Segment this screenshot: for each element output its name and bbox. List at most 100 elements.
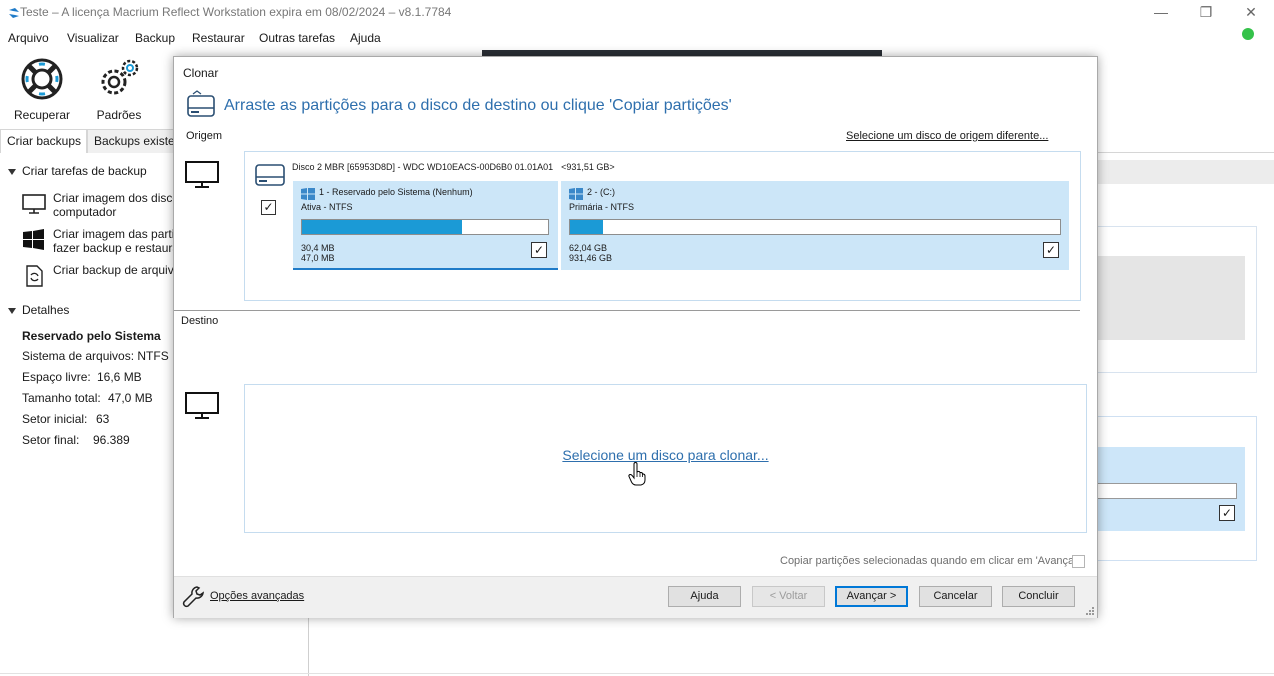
partition-total: 47,0 MB [301,253,335,263]
detail-free-value: 16,6 MB [97,370,142,384]
resize-grip-icon[interactable] [1085,606,1094,615]
tab-create-backups[interactable]: Criar backups [0,129,87,153]
menu-ajuda[interactable]: Ajuda [350,31,381,45]
detail-start-label: Setor inicial: [22,412,88,426]
partition-system-reserved[interactable]: 1 - Reservado pelo Sistema (Nenhum) Ativ… [293,181,558,270]
disk-header: Disco 2 MBR [65953D8D] - WDC WD10EACS-00… [292,162,615,172]
detail-end-label: Setor final: [22,433,80,447]
detail-partition-name: Reservado pelo Sistema [22,329,161,343]
task-file-backup[interactable]: Criar backup de arquiv [22,263,182,287]
next-button[interactable]: Avançar > [835,586,908,607]
task-file-backup-label: Criar backup de arquiv [53,263,174,277]
recover-label: Recuperar [13,108,71,122]
disk-checkbox[interactable]: ✓ [261,200,276,215]
title-bar: Teste – A licença Macrium Reflect Workst… [0,0,1274,26]
partition-name: 1 - Reservado pelo Sistema (Nenhum) [319,187,473,197]
monitor-icon [22,194,46,214]
macrium-logo-icon [9,8,19,18]
window-title: Teste – A licença Macrium Reflect Workst… [20,5,452,19]
close-button[interactable]: ✕ [1228,0,1274,26]
details-heading: Detalhes [22,303,70,317]
gears-icon [101,59,139,95]
task-image-disks[interactable]: Criar imagem dos disco computador [22,191,182,221]
windows-icon [301,188,315,200]
tasks-section-header[interactable]: Criar tarefas de backup [8,164,147,178]
partition-usage-fill [570,220,603,234]
maximize-button[interactable]: ❐ [1183,0,1229,26]
wrench-icon[interactable] [182,585,206,609]
dialog-footer: Opções avançadas Ajuda < Voltar Avançar … [174,576,1097,618]
hand-pointer-icon [628,462,646,486]
dialog-heading: Arraste as partições para o disco de des… [224,97,732,114]
detail-free-label: Espaço livre: [22,370,91,384]
cancel-button[interactable]: Cancelar [919,586,992,607]
partition-type: Primária - NTFS [569,202,634,212]
windows-icon [569,188,583,200]
partition-usage-fill [302,220,462,234]
menu-backup[interactable]: Backup [135,31,175,45]
bottom-border [0,673,1274,674]
recover-button[interactable]: Recuperar [6,54,78,126]
disk-name: Disco 2 MBR [65953D8D] - WDC WD10EACS-00… [292,162,554,172]
menu-outras-tarefas[interactable]: Outras tarefas [259,31,335,45]
background-header-strip [1097,160,1274,184]
menu-arquivo[interactable]: Arquivo [8,31,49,45]
tab-existing-backups[interactable]: Backups existe [87,129,187,153]
details-section-header[interactable]: Detalhes [8,303,69,317]
partition-usage-bar [301,219,549,235]
partition-type: Ativa - NTFS [301,202,353,212]
background-partition-checkbox[interactable]: ✓ [1219,505,1235,521]
partition-name: 2 - (C:) [587,187,615,197]
detail-total-size: Tamanho total: 47,0 MB [22,391,153,405]
advanced-options-link[interactable]: Opções avançadas [210,590,304,602]
partition-used: 30,4 MB [301,243,335,253]
partition-c-drive[interactable]: 2 - (C:) Primária - NTFS 62,04 GB 931,46… [561,181,1069,270]
source-computer-icon [185,161,219,188]
minimize-button[interactable]: — [1138,0,1184,26]
detail-total-label: Tamanho total: [22,391,101,405]
destination-computer-icon [185,392,219,419]
defaults-label: Padrões [96,108,142,122]
hard-disk-icon [255,164,285,186]
disk-clone-icon [187,90,215,117]
detail-free-space: Espaço livre: 16,6 MB [22,370,142,384]
partition-total: 931,46 GB [569,253,613,263]
destination-label: Destino [181,315,219,327]
partition-checkbox[interactable]: ✓ [531,242,547,258]
file-sync-icon [26,265,43,287]
status-indicator [1242,28,1254,40]
origin-label: Origem [186,130,223,142]
background-divider [308,612,309,676]
partition-checkbox[interactable]: ✓ [1043,242,1059,258]
source-disk-panel: ✓ Disco 2 MBR [65953D8D] - WDC WD10EACS-… [244,151,1081,301]
detail-start-value: 63 [96,412,110,426]
finish-button[interactable]: Concluir [1002,586,1075,607]
left-panel: Criar tarefas de backup Criar imagem dos… [0,153,179,676]
copy-partitions-checkbox[interactable] [1072,555,1085,568]
detail-filesystem: Sistema de arquivos: NTFS [22,349,169,363]
select-destination-disk-link[interactable]: Selecione um disco para clonar... [245,447,1086,463]
destination-disk-panel[interactable]: Selecione um disco para clonar... [244,384,1087,533]
help-button[interactable]: Ajuda [668,586,741,607]
lifebuoy-icon [21,58,63,100]
partition-usage-bar [569,219,1061,235]
detail-end-value: 96.389 [93,433,130,447]
clone-dialog: Clonar Arraste as partições para o disco… [173,56,1098,618]
task-image-disks-label: Criar imagem dos disco computador [53,191,180,219]
detail-start-sector: Setor inicial: 63 [22,412,109,426]
back-button: < Voltar [752,586,825,607]
tasks-heading: Criar tarefas de backup [22,164,147,178]
defaults-button[interactable]: Padrões [83,54,155,126]
copy-partitions-option-label: Copiar partições selecionadas quando em … [780,555,1080,567]
menu-restaurar[interactable]: Restaurar [192,31,245,45]
task-image-partitions-label: Criar imagem das parti fazer backup e re… [53,227,180,255]
menu-visualizar[interactable]: Visualizar [67,31,119,45]
menu-bar: Arquivo Visualizar Backup Restaurar Outr… [0,28,600,48]
select-source-disk-link[interactable]: Selecione um disco de origem diferente..… [846,130,1048,142]
task-image-partitions[interactable]: Criar imagem das parti fazer backup e re… [22,227,182,257]
detail-total-value: 47,0 MB [108,391,153,405]
background-usage-bar [1097,483,1237,499]
partition-used: 62,04 GB [569,243,608,253]
dialog-title: Clonar [183,66,219,80]
detail-end-sector: Setor final: 96.389 [22,433,130,447]
